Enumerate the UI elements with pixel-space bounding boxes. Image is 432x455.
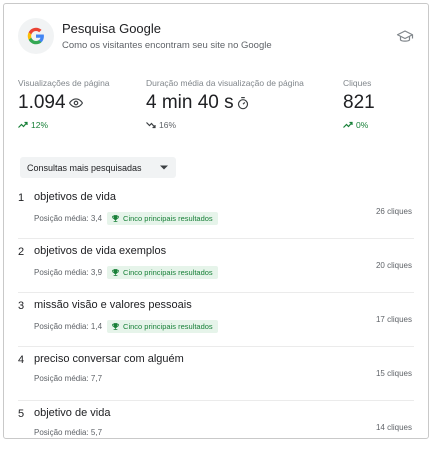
trend-up-icon <box>343 121 353 129</box>
query-position: Posição média: 3,9 <box>34 268 103 277</box>
metric-label: Duração média da visualização de página <box>146 78 304 88</box>
metric-label: Cliques <box>343 78 372 88</box>
query-rank: 4 <box>18 354 25 366</box>
query-text: objetivos de vida exemplos <box>34 245 167 257</box>
query-row[interactable]: 4 preciso conversar com alguém Posição m… <box>18 347 414 401</box>
query-rank: 5 <box>18 408 25 420</box>
queries-list: 1 objetivos de vida Posição média: 3,4 C… <box>18 185 414 455</box>
dropdown-label: Consultas mais pesquisadas <box>27 162 142 173</box>
trophy-icon <box>112 323 119 330</box>
query-row[interactable]: 2 objetivos de vida exemplos Posição méd… <box>18 239 414 293</box>
google-search-card: Pesquisa Google Como os visitantes encon… <box>3 3 429 439</box>
card-title: Pesquisa Google <box>62 21 162 36</box>
metric-avg-duration: Duração média da visualização de página … <box>146 78 304 130</box>
query-text: missão visão e valores pessoais <box>34 299 192 311</box>
query-position: Posição média: 7,7 <box>34 374 103 383</box>
query-row[interactable]: 3 missão visão e valores pessoais Posiçã… <box>18 293 414 347</box>
query-clicks: 14 cliques <box>375 423 412 432</box>
query-clicks: 17 cliques <box>375 315 412 324</box>
metric-clicks: Cliques 821 0% <box>343 78 375 130</box>
query-position: Posição média: 3,4 <box>34 214 103 223</box>
top-five-badge: Cinco principais resultados <box>107 212 218 225</box>
timer-icon <box>237 96 249 110</box>
query-position: Posição média: 1,4 <box>34 322 103 331</box>
query-clicks: 15 cliques <box>375 369 412 378</box>
metric-value: 4 min 40 s <box>146 92 234 113</box>
query-rank: 1 <box>18 192 25 204</box>
trophy-icon <box>112 269 119 276</box>
metric-value: 821 <box>343 92 375 113</box>
graduation-cap-icon[interactable] <box>396 28 414 46</box>
metric-label: Visualizações de página <box>18 78 110 88</box>
metric-value: 1.094 <box>18 92 66 113</box>
query-text: objetivo de vida <box>34 407 111 419</box>
metric-page-views: Visualizações de página 1.094 12% <box>18 78 110 130</box>
google-logo-icon <box>18 18 54 54</box>
query-text: objetivos de vida <box>34 191 116 203</box>
query-clicks: 20 cliques <box>375 261 412 270</box>
query-row[interactable]: 1 objetivos de vida Posição média: 3,4 C… <box>18 185 414 239</box>
trophy-icon <box>112 215 119 222</box>
top-five-badge: Cinco principais resultados <box>107 320 218 333</box>
badge-label: Cinco principais resultados <box>123 322 213 331</box>
trend-down-icon <box>146 121 156 129</box>
top-five-badge: Cinco principais resultados <box>107 266 218 279</box>
badge-label: Cinco principais resultados <box>123 214 213 223</box>
eye-icon <box>68 97 83 109</box>
metric-change: 0% <box>356 120 369 130</box>
badge-label: Cinco principais resultados <box>123 268 213 277</box>
card-subtitle: Como os visitantes encontram seu site no… <box>62 40 272 51</box>
query-rank: 3 <box>18 300 25 312</box>
metric-change: 12% <box>31 120 49 130</box>
caret-down-icon <box>160 165 168 170</box>
card-header: Pesquisa Google Como os visitantes encon… <box>18 18 414 58</box>
query-clicks: 26 cliques <box>375 207 412 216</box>
query-rank: 2 <box>18 246 25 258</box>
query-position: Posição média: 5,7 <box>34 428 103 437</box>
query-text: preciso conversar com alguém <box>34 353 184 365</box>
query-row[interactable]: 5 objetivo de vida Posição média: 5,7 14… <box>18 401 414 455</box>
trend-up-icon <box>18 121 28 129</box>
metric-change: 16% <box>159 120 177 130</box>
top-queries-dropdown[interactable]: Consultas mais pesquisadas <box>20 157 176 178</box>
